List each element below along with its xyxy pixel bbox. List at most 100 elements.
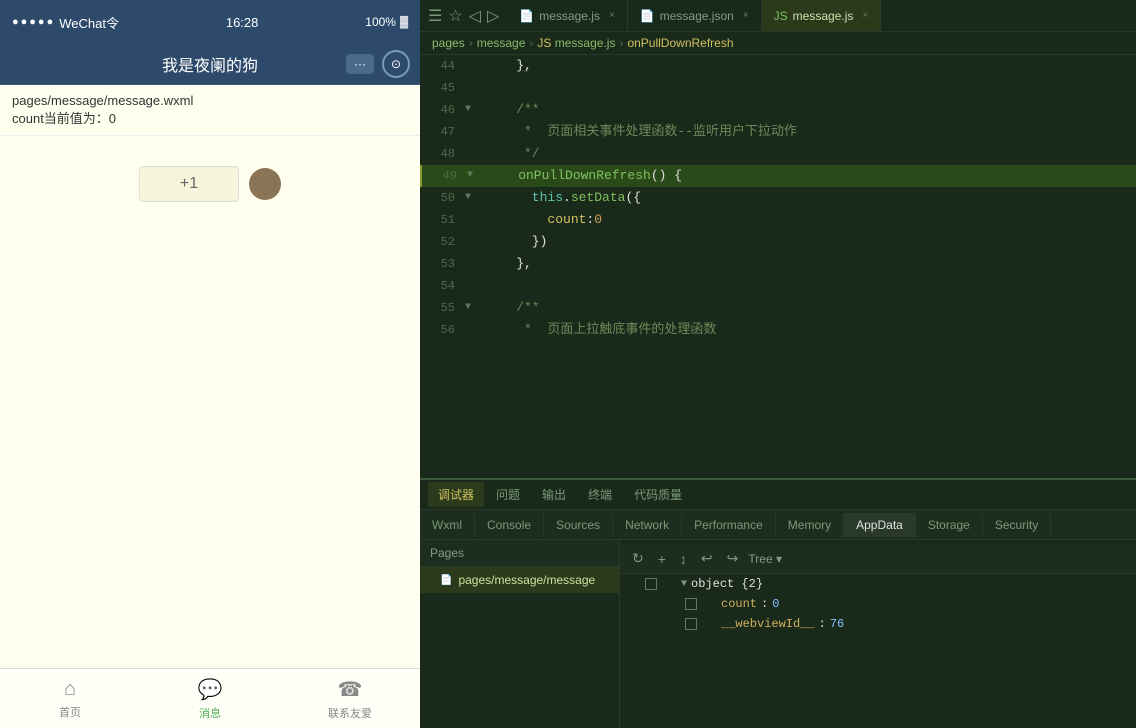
line-num-45: 45	[420, 77, 465, 99]
tab-file-icon-2: 📄	[640, 9, 655, 23]
line-content-47: * 页面相关事件处理函数--监听用户下拉动作	[481, 121, 1136, 143]
data-row-webviewid: __webviewId__ : 76	[620, 614, 1136, 634]
debug-content: Pages 📄 pages/message/message ↻ + ↕ ↩ ↪ …	[420, 540, 1136, 728]
contacts-label: 联系友爱	[328, 705, 372, 721]
line-fold-46[interactable]: ▼	[465, 99, 481, 121]
refresh-button[interactable]: ↻	[628, 548, 648, 569]
debug-toolbar-appdata[interactable]: AppData	[844, 513, 916, 537]
tab-message-js-active[interactable]: JS message.js ×	[762, 0, 882, 32]
line-fold-49[interactable]: ▼	[467, 165, 483, 187]
debug-tab-debugger[interactable]: 调试器	[428, 482, 484, 507]
phone-title-actions: ··· ⊙	[346, 50, 410, 78]
line-num-53: 53	[420, 253, 465, 275]
tab-message-js-1[interactable]: 📄 message.js ×	[507, 0, 628, 32]
add-node-button[interactable]: +	[654, 549, 670, 569]
data-checkbox-count[interactable]	[685, 598, 697, 610]
tab-close-1[interactable]: ×	[609, 10, 615, 21]
line-num-54: 54	[420, 275, 465, 297]
root-expand-arrow[interactable]: ▼	[681, 579, 687, 590]
signal-dots: ●●●●●	[12, 16, 55, 28]
line-num-56: 56	[420, 319, 465, 341]
line-fold-55[interactable]: ▼	[465, 297, 481, 319]
webviewid-value: 76	[830, 617, 844, 631]
line-num-55: 55	[420, 297, 465, 319]
debug-tab-problems[interactable]: 问题	[486, 482, 530, 507]
undo-button[interactable]: ↩	[697, 548, 717, 569]
breadcrumb-function[interactable]: onPullDownRefresh	[627, 36, 733, 50]
breadcrumb-pages[interactable]: pages	[432, 36, 465, 50]
breadcrumb-js[interactable]: JS message.js	[537, 36, 615, 50]
line-content-50: this.setData({	[481, 187, 1136, 209]
phone-nav-messages[interactable]: 💬 消息	[140, 669, 280, 728]
data-checkbox-webviewid[interactable]	[685, 618, 697, 630]
code-editor[interactable]: 44 }, 45 46 ▼ /** 47 * 页面相关事件处理函数--监听用户下…	[420, 55, 1136, 478]
pages-item-message[interactable]: 📄 pages/message/message	[420, 567, 619, 593]
breadcrumb-sep-1: ›	[469, 36, 473, 50]
line-num-52: 52	[420, 231, 465, 253]
code-line-50: 50 ▼ this.setData({	[420, 187, 1136, 209]
line-num-46: 46	[420, 99, 465, 121]
debug-toolbar-security[interactable]: Security	[983, 513, 1051, 537]
debug-toolbar-wxml[interactable]: Wxml	[420, 513, 475, 537]
time-label: 16:28	[226, 15, 259, 30]
breadcrumb-message[interactable]: message	[477, 36, 526, 50]
debug-toolbar-performance[interactable]: Performance	[682, 513, 776, 537]
code-line-46: 46 ▼ /**	[420, 99, 1136, 121]
debug-toolbar-memory[interactable]: Memory	[776, 513, 844, 537]
redo-button[interactable]: ↪	[723, 548, 743, 569]
pages-header: Pages	[420, 540, 619, 567]
phone-status-right: 100% ▓	[365, 15, 408, 29]
debug-panel: 调试器 问题 输出 终端 代码质量 Wxml Console Sources N…	[420, 478, 1136, 728]
debug-tab-quality[interactable]: 代码质量	[624, 482, 692, 507]
debug-tab-terminal[interactable]: 终端	[578, 482, 622, 507]
count-key: count	[721, 597, 757, 611]
phone-status-bar: ●●●●● WeChat令 16:28 100% ▓	[0, 0, 420, 44]
debug-toolbar-network[interactable]: Network	[613, 513, 682, 537]
debug-top-tabs: 调试器 问题 输出 终端 代码质量	[420, 480, 1136, 510]
tabs-bar: ☰ ☆ ◁ ▷ 📄 message.js × 📄 message.json × …	[420, 0, 1136, 32]
tab-back-icon[interactable]: ◁	[469, 6, 481, 26]
breadcrumb-sep-2: ›	[529, 36, 533, 50]
debug-toolbar-console[interactable]: Console	[475, 513, 544, 537]
phone-menu-button[interactable]: ···	[346, 54, 374, 74]
tab-menu-icon[interactable]: ☰	[428, 6, 442, 26]
count-label: count当前值为：0	[12, 108, 408, 127]
line-content-51: count:0	[481, 209, 1136, 231]
js-icon: JS	[537, 36, 551, 50]
counter-button[interactable]: +1	[139, 166, 239, 202]
line-num-49: 49	[422, 165, 467, 187]
phone-nav-bar: ⌂ 首页 💬 消息 ☎ 联系友爱	[0, 668, 420, 728]
code-line-48: 48 */	[420, 143, 1136, 165]
page-file-icon: 📄	[440, 575, 452, 586]
debug-toolbar-sources[interactable]: Sources	[544, 513, 613, 537]
code-line-55: 55 ▼ /**	[420, 297, 1136, 319]
code-line-47: 47 * 页面相关事件处理函数--监听用户下拉动作	[420, 121, 1136, 143]
phone-record-button[interactable]: ⊙	[382, 50, 410, 78]
phone-title-bar: 我是夜阑的狗 ··· ⊙	[0, 44, 420, 85]
data-checkbox-root[interactable]	[645, 578, 657, 590]
tab-forward-icon[interactable]: ▷	[487, 6, 499, 26]
data-object-label: object {2}	[691, 577, 763, 591]
tree-label: Tree ▾	[748, 552, 782, 566]
debug-toolbar-storage[interactable]: Storage	[916, 513, 983, 537]
phone-nav-contacts[interactable]: ☎ 联系友爱	[280, 669, 420, 728]
editor-panel: ☰ ☆ ◁ ▷ 📄 message.js × 📄 message.json × …	[420, 0, 1136, 728]
expand-button[interactable]: ↕	[676, 549, 691, 569]
breadcrumb-sep-3: ›	[619, 36, 623, 50]
tab-close-2[interactable]: ×	[743, 10, 749, 21]
page-path-label: pages/message/message	[458, 573, 595, 587]
pages-panel: Pages 📄 pages/message/message	[420, 540, 620, 728]
debug-tab-output[interactable]: 输出	[532, 482, 576, 507]
tab-message-json[interactable]: 📄 message.json ×	[628, 0, 762, 32]
phone-nav-home[interactable]: ⌂ 首页	[0, 669, 140, 728]
tab-close-3[interactable]: ×	[862, 10, 868, 21]
breadcrumb: pages › message › JS message.js › onPull…	[420, 32, 1136, 55]
phone-status-left: ●●●●● WeChat令	[12, 13, 119, 32]
tab-file-icon-3: JS	[774, 9, 788, 23]
battery-icon: ▓	[400, 16, 408, 28]
code-line-53: 53 },	[420, 253, 1136, 275]
tab-bookmark-icon[interactable]: ☆	[448, 6, 462, 26]
line-content-56: * 页面上拉触底事件的处理函数	[481, 319, 1136, 341]
line-fold-50[interactable]: ▼	[465, 187, 481, 209]
messages-icon: 💬	[198, 677, 223, 702]
